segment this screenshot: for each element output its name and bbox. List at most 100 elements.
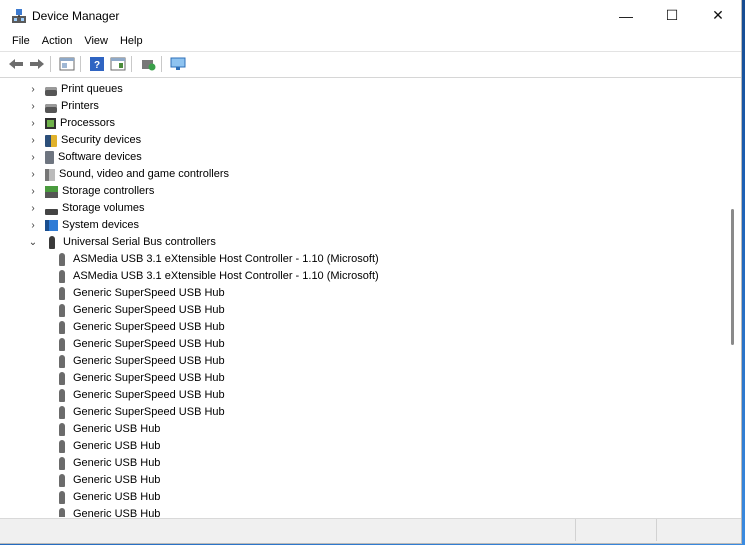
tree-device-label: Generic SuperSpeed USB Hub — [73, 372, 225, 384]
tree-device-label: Generic SuperSpeed USB Hub — [73, 321, 225, 333]
tree-category-label: Universal Serial Bus controllers — [63, 236, 216, 248]
tree-device-row[interactable]: Generic SuperSpeed USB Hub — [59, 336, 225, 353]
chevron-right-icon[interactable]: › — [27, 203, 39, 215]
tree-device-row[interactable]: Generic SuperSpeed USB Hub — [59, 404, 225, 421]
maximize-button[interactable]: ☐ — [649, 0, 695, 31]
tree-device-row[interactable]: Generic USB Hub — [59, 472, 160, 489]
usb-device-icon — [59, 508, 65, 517]
menu-bar: File Action View Help — [0, 31, 741, 51]
tree-category-label: Storage volumes — [62, 202, 145, 214]
tree-category-label: Processors — [60, 117, 116, 129]
monitor-icon[interactable] — [169, 55, 187, 73]
window-title: Device Manager — [32, 8, 120, 23]
tree-device-label: Generic USB Hub — [73, 457, 161, 469]
update-driver-icon[interactable] — [139, 55, 157, 73]
chevron-right-icon[interactable]: › — [27, 135, 39, 147]
usb-device-icon — [59, 253, 65, 266]
help-icon[interactable]: ? — [88, 55, 106, 73]
chevron-right-icon[interactable]: › — [27, 220, 39, 232]
tree-category-row[interactable]: › Processors — [27, 115, 115, 132]
tree-category-row[interactable]: › Software devices — [27, 149, 142, 166]
toolbar-separator — [80, 56, 81, 72]
tree-device-label: Generic USB Hub — [73, 508, 161, 517]
usb-device-icon — [59, 406, 65, 419]
usb-device-icon — [59, 372, 65, 385]
vertical-scrollbar[interactable] — [725, 81, 741, 517]
chevron-right-icon[interactable]: › — [27, 152, 39, 164]
chevron-down-icon[interactable]: ⌄ — [27, 237, 39, 249]
tree-device-row[interactable]: ASMedia USB 3.1 eXtensible Host Controll… — [59, 251, 379, 268]
scrollbar-thumb[interactable] — [731, 209, 734, 345]
usb-device-icon — [59, 321, 65, 334]
device-tree[interactable]: › Print queues › Printers › Processors › Securi… — [5, 81, 725, 517]
show-hidden-icon[interactable] — [109, 55, 127, 73]
tree-device-label: Generic USB Hub — [73, 423, 161, 435]
tree-device-row[interactable]: Generic USB Hub — [59, 438, 160, 455]
tree-device-label: Generic SuperSpeed USB Hub — [73, 338, 225, 350]
tree-device-row[interactable]: Generic USB Hub — [59, 489, 160, 506]
speaker-icon — [45, 168, 55, 181]
tree-category-row[interactable]: › Sound, video and game controllers — [27, 166, 229, 183]
svg-text:?: ? — [94, 60, 100, 71]
menu-help[interactable]: Help — [114, 31, 149, 51]
status-cell — [0, 519, 577, 541]
status-cell — [657, 519, 741, 541]
usb-device-icon — [59, 338, 65, 351]
close-button[interactable]: ✕ — [695, 0, 741, 31]
chevron-right-icon[interactable]: › — [27, 84, 39, 96]
menu-view[interactable]: View — [78, 31, 114, 51]
chevron-right-icon[interactable]: › — [27, 186, 39, 198]
tree-device-label: Generic USB Hub — [73, 491, 161, 503]
usb-device-icon — [59, 270, 65, 283]
usb-device-icon — [59, 457, 65, 470]
properties-icon[interactable] — [58, 55, 76, 73]
tree-device-row[interactable]: Generic USB Hub — [59, 421, 160, 438]
tree-category-row[interactable]: › Security devices — [27, 132, 141, 149]
tree-device-row[interactable]: ASMedia USB 3.1 eXtensible Host Controll… — [59, 268, 379, 285]
chevron-right-icon[interactable]: › — [27, 101, 39, 113]
tree-category-label: Sound, video and game controllers — [59, 168, 229, 180]
usb-device-icon — [59, 491, 65, 504]
tree-category-row[interactable]: › Storage volumes — [27, 200, 145, 217]
tree-device-row[interactable]: Generic USB Hub — [59, 455, 160, 472]
divider — [0, 77, 741, 78]
tree-category-label: Printers — [61, 100, 99, 112]
usb-device-icon — [59, 389, 65, 402]
tree-category-row[interactable]: › System devices — [27, 217, 139, 234]
tree-category-row[interactable]: › Storage controllers — [27, 183, 154, 200]
toolbar-separator — [50, 56, 51, 72]
tree-category-row[interactable]: › Printers — [27, 98, 99, 115]
tree-device-row[interactable]: Generic SuperSpeed USB Hub — [59, 285, 225, 302]
tree-category-row[interactable]: ⌄ Universal Serial Bus controllers — [27, 234, 216, 251]
tree-device-label: Generic USB Hub — [73, 474, 161, 486]
status-bar — [0, 518, 741, 543]
menu-action[interactable]: Action — [36, 31, 79, 51]
menu-file[interactable]: File — [6, 31, 36, 51]
tree-device-row[interactable]: Generic SuperSpeed USB Hub — [59, 319, 225, 336]
toolbar-separator — [131, 56, 132, 72]
chevron-right-icon[interactable]: › — [27, 169, 39, 181]
tree-device-label: Generic USB Hub — [73, 440, 161, 452]
usb-device-icon — [59, 287, 65, 300]
minimize-button[interactable]: — — [603, 0, 649, 31]
tree-device-row[interactable]: Generic SuperSpeed USB Hub — [59, 387, 225, 404]
title-bar[interactable]: Device Manager — ☐ ✕ — [0, 0, 741, 31]
usb-device-icon — [59, 474, 65, 487]
tree-device-label: Generic SuperSpeed USB Hub — [73, 287, 225, 299]
tree-category-row[interactable]: › Print queues — [27, 81, 123, 98]
tree-device-row[interactable]: Generic SuperSpeed USB Hub — [59, 302, 225, 319]
usb-device-icon — [59, 423, 65, 436]
tree-category-label: Security devices — [61, 134, 142, 146]
tree-device-label: Generic SuperSpeed USB Hub — [73, 389, 225, 401]
usb-icon — [49, 236, 55, 249]
tree-device-label: ASMedia USB 3.1 eXtensible Host Controll… — [73, 270, 379, 282]
tree-device-row[interactable]: Generic SuperSpeed USB Hub — [59, 353, 225, 370]
tree-device-row[interactable]: Generic SuperSpeed USB Hub — [59, 370, 225, 387]
tree-device-row[interactable]: Generic USB Hub — [59, 506, 160, 517]
tree-category-label: Print queues — [61, 83, 123, 95]
chevron-right-icon[interactable]: › — [27, 118, 39, 130]
back-icon[interactable] — [7, 55, 25, 73]
forward-icon[interactable] — [28, 55, 46, 73]
tree-category-label: Software devices — [58, 151, 142, 163]
system-icon — [45, 220, 58, 231]
